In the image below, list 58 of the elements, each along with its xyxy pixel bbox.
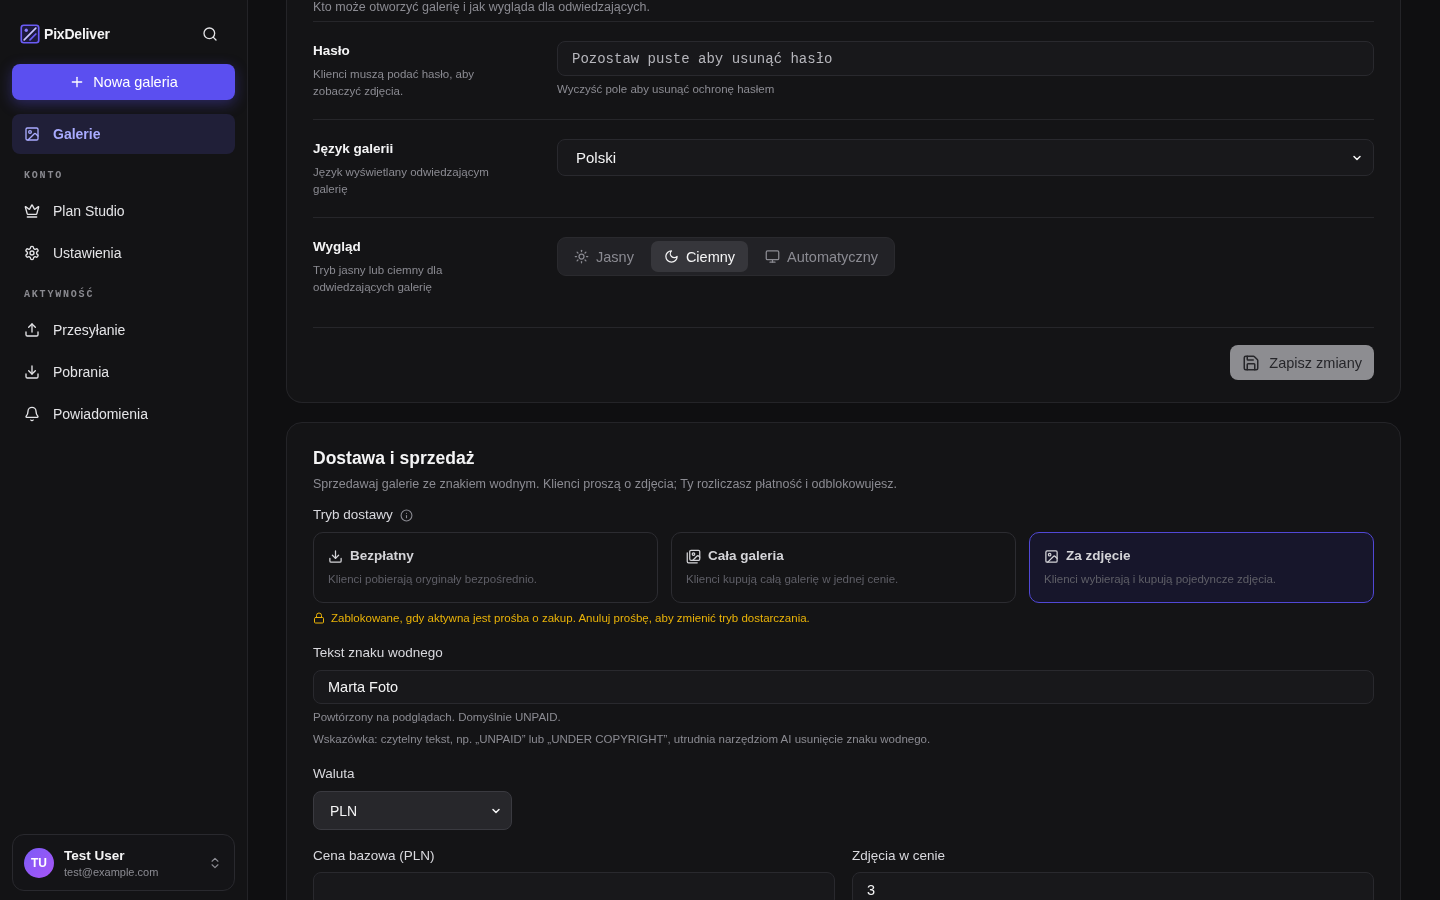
sidebar-item[interactable]: Ustawienia <box>12 233 235 273</box>
watermark-field[interactable]: Marta Foto <box>313 670 1374 704</box>
section-heading: KONTO <box>23 170 64 182</box>
field-label: Cena bazowa (PLN) <box>313 848 436 864</box>
info-icon <box>399 508 413 522</box>
sun-icon <box>574 249 589 264</box>
section-heading: AKTYWNOŚĆ <box>23 289 96 301</box>
price-field[interactable] <box>313 872 835 900</box>
theme-option[interactable]: Ciemny <box>650 241 749 272</box>
field-label: Waluta <box>313 766 356 782</box>
setting-description: Język wyświetlany odwiedzającym galerię <box>313 165 490 197</box>
lock-icon <box>313 612 325 624</box>
theme-option[interactable]: Automatyczny <box>752 241 892 272</box>
save-icon <box>1242 353 1261 372</box>
setting-description: Tryb jasny lub ciemny dla odwiedzających galerię <box>313 263 444 295</box>
crown-icon <box>24 203 40 219</box>
search-icon <box>202 26 218 42</box>
setting-title: Język galerii <box>313 140 395 158</box>
download-icon <box>24 364 40 380</box>
delivery-option[interactable]: Cała galeria Klienci kupują całą galerię w jednej cenie. <box>671 532 1016 603</box>
gear-icon <box>24 245 40 261</box>
user-avatar: TU <box>24 847 54 878</box>
setting-description: Klienci muszą podać hasło, aby zobaczyć zdjęcia. <box>313 67 476 99</box>
account-menu-button[interactable]: TU Test User test@example.com <box>12 834 235 891</box>
field-hint: Wskazówka: czytelny tekst, np. „UNPAID” lub „UNDER COPYRIGHT”, utrudnia narzędziom AI usunięcie znaku wodnego. <box>313 732 932 747</box>
images-icon <box>686 548 701 564</box>
sidebar-item[interactable]: Przesyłanie <box>12 310 235 350</box>
field-label: Zdjęcia w cenie <box>852 848 947 864</box>
lock-notice: Zablokowane, gdy aktywna jest prośba o zakup. Anuluj prośbę, aby zmienić tryb dostarczania. <box>331 611 810 625</box>
upload-icon <box>24 322 40 338</box>
moon-icon <box>663 249 679 264</box>
sidebar-item[interactable]: Pobrania <box>12 352 235 392</box>
section-description: Kto może otworzyć galerię i jak wygląda dla odwiedzających. <box>313 0 651 16</box>
field-label: Tryb dostawy <box>313 507 393 523</box>
theme-option[interactable]: Jasny <box>561 241 647 272</box>
section-title: Dostawa i sprzedaż <box>313 447 476 469</box>
download-icon <box>328 548 343 564</box>
sidebar-item[interactable]: Galerie <box>12 114 235 154</box>
field-hint: Powtórzony na podglądach. Domyślnie UNPAID. <box>313 710 562 725</box>
monitor-icon <box>765 249 781 264</box>
field-hint: Wyczyść pole aby usunąć ochronę hasłem <box>557 82 776 97</box>
app-name: PixDeliver <box>44 26 110 42</box>
new-gallery-button[interactable]: Nowa galeria <box>12 64 235 100</box>
delivery-option[interactable]: Bezpłatny Klienci pobierają oryginały bezpośrednio. <box>313 532 658 603</box>
bell-icon <box>24 406 40 422</box>
section-description: Sprzedawaj galerie ze znakiem wodnym. Klienci proszą o zdjęcia; Ty rozliczasz płatność i odblokowujesz. <box>313 476 899 492</box>
sidebar-item[interactable]: Plan Studio <box>12 191 235 231</box>
currency-select[interactable]: PLN <box>313 791 512 830</box>
password-field[interactable]: Pozostaw puste aby usunąć hasło <box>557 41 1374 76</box>
sidebar-item[interactable]: Powiadomienia <box>12 394 235 434</box>
setting-title: Wygląd <box>313 238 362 256</box>
price-field[interactable]: 3 <box>852 872 1374 900</box>
logo-icon <box>20 24 40 44</box>
language-select[interactable]: Polski <box>557 139 1374 176</box>
setting-title: Hasło <box>313 42 351 60</box>
image-icon <box>1044 548 1059 564</box>
field-label: Tekst znaku wodnego <box>313 645 444 661</box>
image-icon <box>24 126 40 142</box>
